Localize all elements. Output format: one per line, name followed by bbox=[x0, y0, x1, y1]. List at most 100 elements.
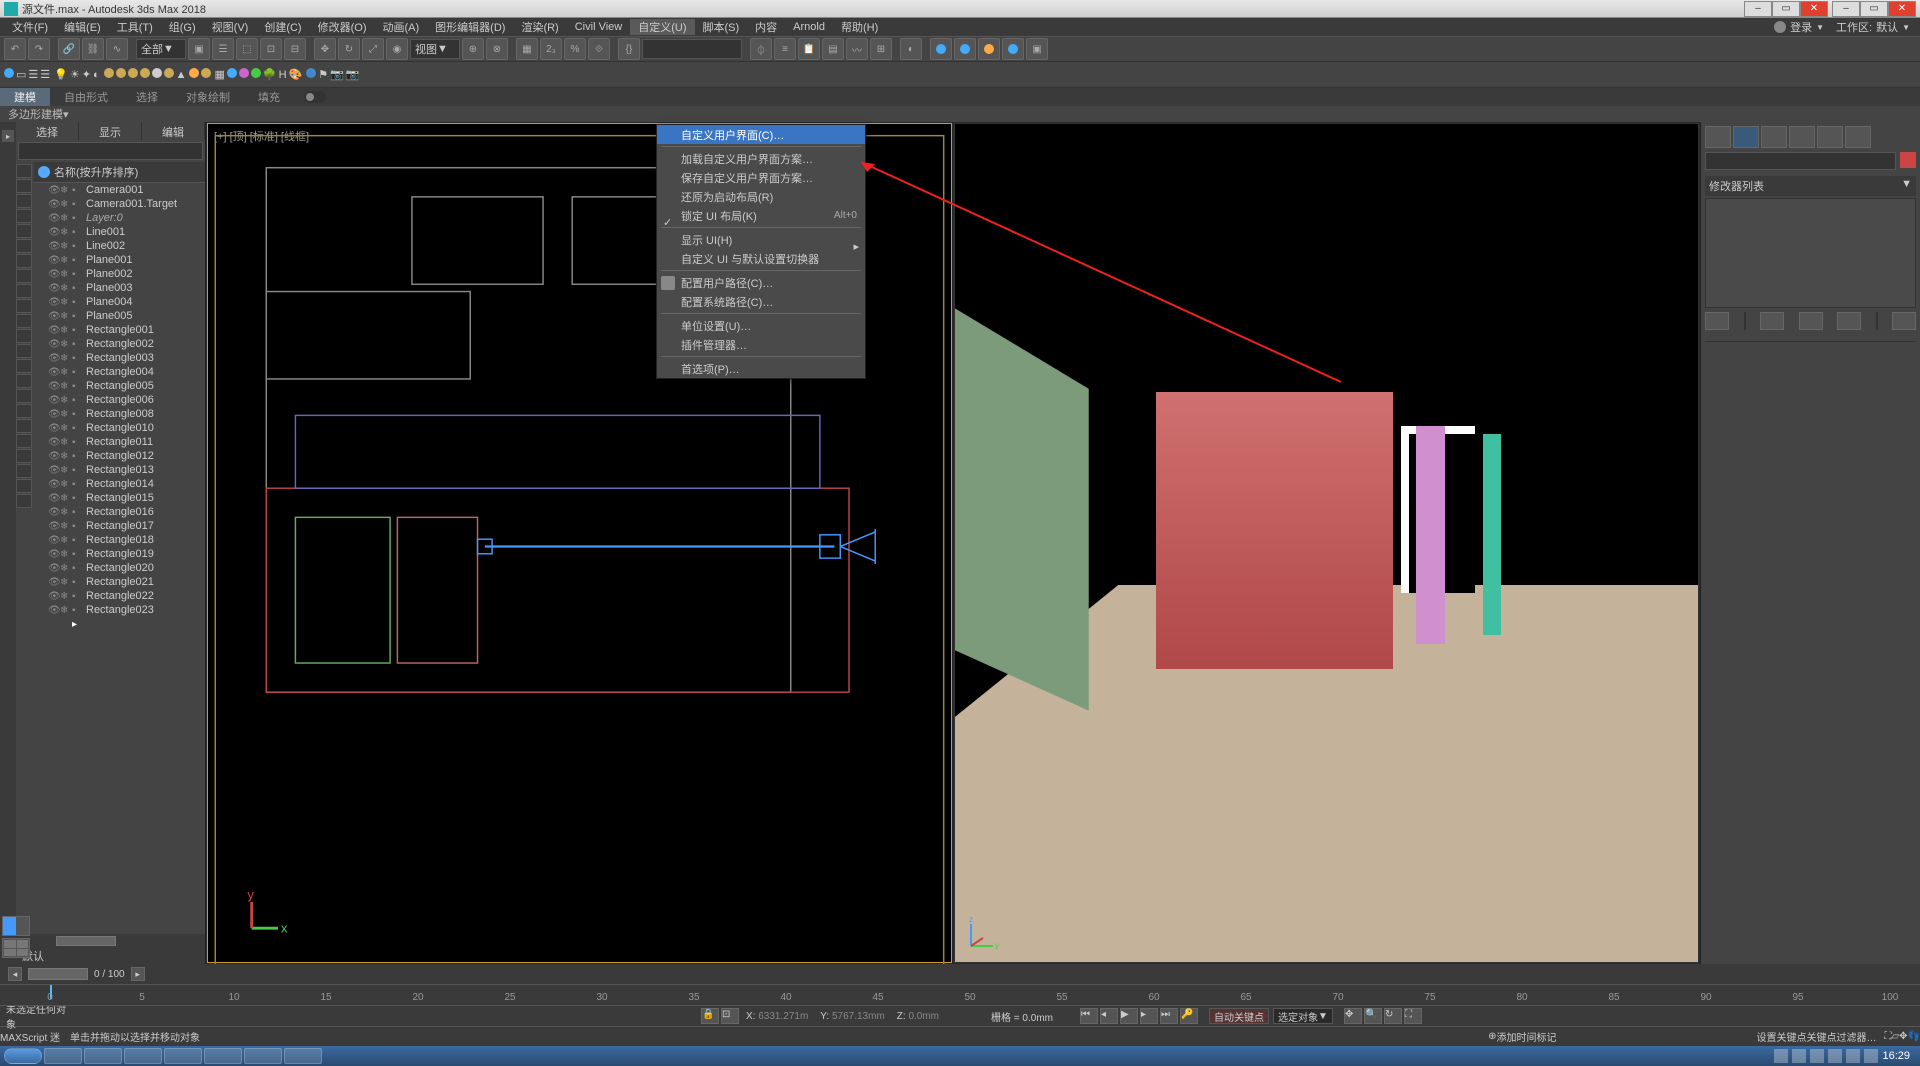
viewport-top[interactable]: [+] [顶] [标准] [线框] bbox=[207, 123, 952, 963]
angle-snap-button[interactable]: 2₃ bbox=[540, 38, 562, 60]
taskbar-item[interactable] bbox=[284, 1048, 322, 1064]
select-name-button[interactable]: ☰ bbox=[212, 38, 234, 60]
unlink-button[interactable]: ⛓ bbox=[82, 38, 104, 60]
taskbar-item[interactable] bbox=[164, 1048, 202, 1064]
scene-row[interactable]: 👁❄▪Layer:0 bbox=[34, 211, 205, 225]
expand-button[interactable]: ▸ bbox=[2, 130, 14, 142]
time-slider-handle[interactable] bbox=[28, 968, 88, 980]
menu-revert-startup[interactable]: 还原为启动布局(R) bbox=[657, 187, 865, 206]
mirror-button[interactable]: ⏀ bbox=[750, 38, 772, 60]
tray-icon[interactable] bbox=[1846, 1049, 1860, 1063]
select-window-button[interactable]: ⊡ bbox=[260, 38, 282, 60]
taskbar-item[interactable] bbox=[244, 1048, 282, 1064]
scene-row[interactable]: 👁❄▪Rectangle020 bbox=[34, 561, 205, 575]
material-editor-button[interactable]: ◐ bbox=[900, 38, 922, 60]
scene-row[interactable]: 👁❄▪Rectangle018 bbox=[34, 533, 205, 547]
tray-icon[interactable] bbox=[1864, 1049, 1878, 1063]
filter-btn[interactable] bbox=[16, 494, 32, 508]
menu-script[interactable]: 脚本(S) bbox=[695, 19, 748, 35]
scene-row[interactable]: 👁❄▪Rectangle002 bbox=[34, 337, 205, 351]
sun-icon[interactable] bbox=[189, 68, 199, 81]
keyfilter-button[interactable]: 关键点过滤器… bbox=[1806, 1029, 1876, 1044]
light2-icon[interactable]: ☀ bbox=[70, 68, 80, 81]
primitive6-icon[interactable] bbox=[164, 68, 174, 81]
play-button[interactable]: ▶ bbox=[1120, 1008, 1138, 1024]
menu-arnold[interactable]: Arnold bbox=[785, 21, 833, 33]
menu-civilview[interactable]: Civil View bbox=[567, 21, 630, 33]
scene-row[interactable]: 👁❄▪Rectangle023 bbox=[34, 603, 205, 617]
viewport-perspective[interactable]: z y bbox=[954, 123, 1699, 963]
nav-pan-button[interactable]: ✥ bbox=[1344, 1008, 1362, 1024]
render-iterative-button[interactable] bbox=[1002, 38, 1024, 60]
menu-save-ui-scheme[interactable]: 保存自定义用户界面方案… bbox=[657, 168, 865, 187]
percent-snap-button[interactable]: % bbox=[564, 38, 586, 60]
filter-btn[interactable] bbox=[16, 419, 32, 433]
menu-user-paths[interactable]: 配置用户路径(C)… bbox=[657, 273, 865, 292]
time-next-button[interactable]: ▸ bbox=[131, 967, 145, 981]
time-prev-button[interactable]: ◂ bbox=[8, 967, 22, 981]
refcoord-dropdown[interactable]: 视图 ▼ bbox=[410, 39, 460, 59]
object-name-input[interactable] bbox=[1705, 152, 1896, 170]
schematic-button[interactable]: ⊞ bbox=[870, 38, 892, 60]
scene-row[interactable]: 👁❄▪Rectangle012 bbox=[34, 449, 205, 463]
globe-icon[interactable] bbox=[306, 68, 316, 81]
layers2-icon[interactable]: ☰ bbox=[40, 68, 50, 81]
menu-content[interactable]: 内容 bbox=[747, 19, 785, 35]
ribbon-tab-modeling[interactable]: 建模 bbox=[0, 88, 50, 106]
sphere-icon[interactable] bbox=[227, 68, 237, 81]
menu-rendering[interactable]: 渲染(R) bbox=[513, 19, 566, 35]
filter-btn[interactable] bbox=[16, 464, 32, 478]
filter-btn[interactable] bbox=[16, 164, 32, 178]
light4-icon[interactable]: ◐ bbox=[93, 69, 100, 81]
cam2-icon[interactable]: 📷 bbox=[346, 68, 360, 81]
menu-grapheditors[interactable]: 图形编辑器(D) bbox=[427, 19, 513, 35]
next-frame-button[interactable]: ▸ bbox=[1140, 1008, 1158, 1024]
tree-icon[interactable]: 🌳 bbox=[263, 68, 277, 81]
filter-btn[interactable] bbox=[16, 329, 32, 343]
taskbar-item[interactable] bbox=[124, 1048, 162, 1064]
setkey-button[interactable]: 设置关键点 bbox=[1756, 1029, 1806, 1044]
scene-row[interactable]: 👁❄▪Rectangle021 bbox=[34, 575, 205, 589]
scene-row[interactable]: 👁❄▪Rectangle015 bbox=[34, 491, 205, 505]
snap-button[interactable]: ▦ bbox=[516, 38, 538, 60]
filter-btn[interactable] bbox=[16, 239, 32, 253]
menu-tools[interactable]: 工具(T) bbox=[109, 19, 161, 35]
menu-create[interactable]: 创建(C) bbox=[256, 19, 309, 35]
tray-icon[interactable] bbox=[1810, 1049, 1824, 1063]
scene-row[interactable]: 👁❄▪Rectangle010 bbox=[34, 421, 205, 435]
goto-start-button[interactable]: ⏮ bbox=[1080, 1008, 1098, 1024]
filter-btn[interactable] bbox=[16, 284, 32, 298]
taskbar-clock[interactable]: 16:29 bbox=[1882, 1050, 1910, 1062]
scene-row[interactable]: 👁❄▪Rectangle014 bbox=[34, 477, 205, 491]
cmdtab-utilities[interactable] bbox=[1845, 126, 1871, 148]
curve-editor-button[interactable]: 〰 bbox=[846, 38, 868, 60]
modifier-stack[interactable] bbox=[1705, 198, 1916, 308]
autokey-button[interactable]: 自动关键点 bbox=[1209, 1008, 1269, 1024]
cmdtab-motion[interactable] bbox=[1789, 126, 1815, 148]
lock-selection-button[interactable]: 🔒 bbox=[701, 1008, 719, 1024]
filter-btn[interactable] bbox=[16, 479, 32, 493]
nav-pan2-button[interactable]: ✥ bbox=[1899, 1031, 1907, 1042]
menu-edit[interactable]: 编辑(E) bbox=[56, 19, 109, 35]
scene-row[interactable]: 👁❄▪Rectangle006 bbox=[34, 393, 205, 407]
redo-button[interactable]: ↷ bbox=[28, 38, 50, 60]
undo-button[interactable]: ↶ bbox=[4, 38, 26, 60]
goto-end-button[interactable]: ⏭ bbox=[1160, 1008, 1178, 1024]
align-button[interactable]: ≡ bbox=[774, 38, 796, 60]
menu-animation[interactable]: 动画(A) bbox=[375, 19, 428, 35]
scene-row[interactable]: 👁❄▪Rectangle003 bbox=[34, 351, 205, 365]
menu-preferences[interactable]: 首选项(P)… bbox=[657, 359, 865, 378]
nav-fov-button[interactable]: ▱ bbox=[1891, 1031, 1899, 1042]
menu-load-ui-scheme[interactable]: 加载自定义用户界面方案… bbox=[657, 149, 865, 168]
tray-icon[interactable] bbox=[1828, 1049, 1842, 1063]
isolate-button[interactable]: ⊡ bbox=[721, 1008, 739, 1024]
scene-row[interactable]: 👁❄▪Rectangle011 bbox=[34, 435, 205, 449]
primitive-icon[interactable] bbox=[104, 68, 114, 81]
scene-row[interactable]: 👁❄▪Plane004 bbox=[34, 295, 205, 309]
filter-btn[interactable] bbox=[16, 389, 32, 403]
filter-btn[interactable] bbox=[16, 374, 32, 388]
menu-system-paths[interactable]: 配置系统路径(C)… bbox=[657, 292, 865, 311]
menu-plugin-manager[interactable]: 插件管理器… bbox=[657, 335, 865, 354]
scene-row[interactable]: 👁❄▪Rectangle008 bbox=[34, 407, 205, 421]
menu-customize[interactable]: 自定义(U) bbox=[630, 19, 694, 35]
